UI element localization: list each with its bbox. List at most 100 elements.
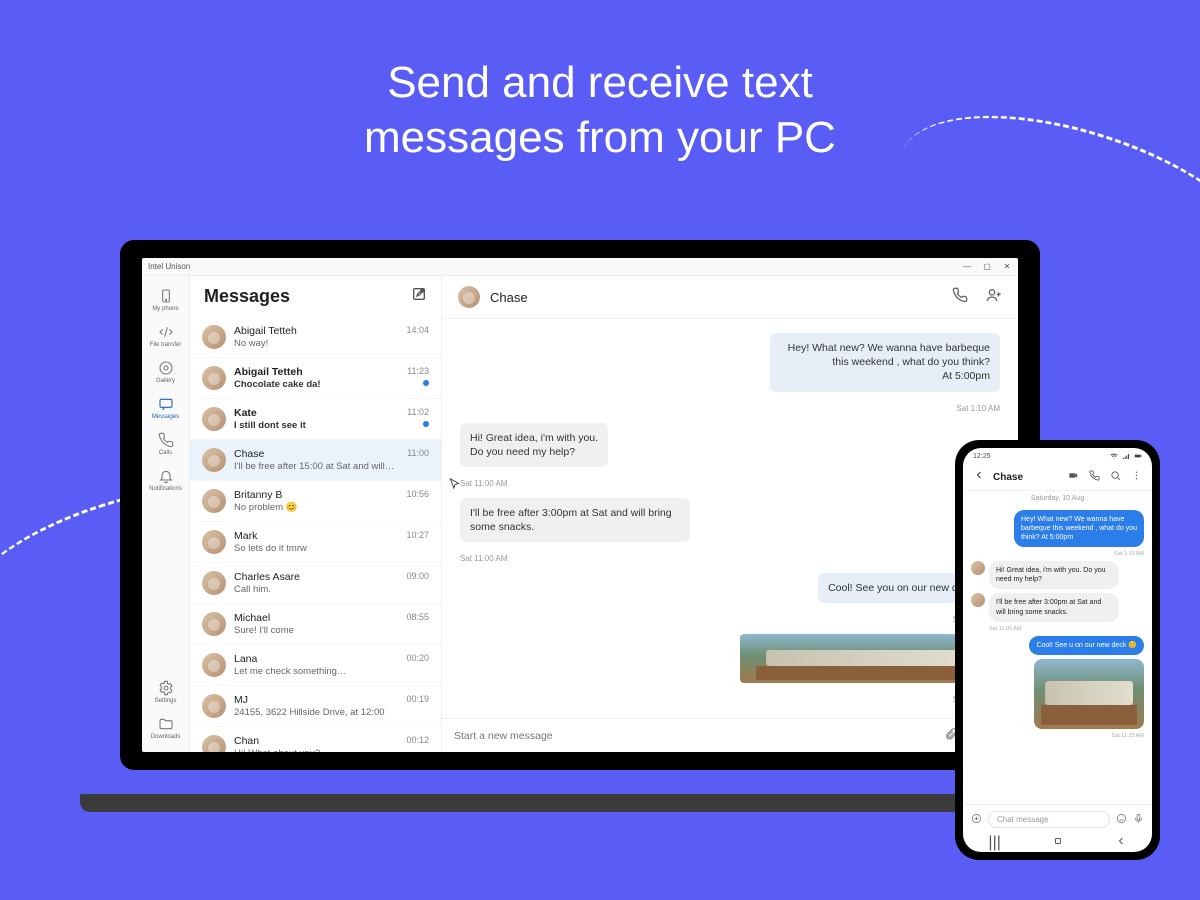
- phone-chat-header: Chase: [963, 464, 1152, 491]
- chat-header: Chase: [442, 276, 1018, 319]
- conversation-name: Kate: [234, 407, 399, 420]
- conversation-item[interactable]: Lana Let me check something… 00:20: [190, 645, 441, 686]
- message-composer: [442, 718, 1018, 752]
- conversation-name: Abigail Tetteh: [234, 325, 398, 338]
- compose-button[interactable]: [411, 286, 427, 307]
- phone-more-button[interactable]: [1131, 468, 1142, 486]
- conversation-item[interactable]: Charles Asare Call him. 09:00: [190, 563, 441, 604]
- rail-item-label: Gallery: [156, 378, 175, 384]
- conversation-item[interactable]: Britanny B No problem 😊 10:56: [190, 481, 441, 522]
- phone-emoji-button[interactable]: [1116, 813, 1127, 826]
- conversation-avatar: [202, 735, 226, 752]
- phone-back-button[interactable]: [973, 468, 985, 486]
- window-maximize-button[interactable]: ▢: [982, 262, 992, 271]
- add-contact-button[interactable]: [986, 287, 1002, 308]
- phone-icon: [952, 287, 968, 303]
- message-timestamp: Sat 11:00 AM: [460, 554, 507, 563]
- phone-message-in-row: I'll be free after 3:00pm at Sat and wil…: [971, 593, 1144, 621]
- conversation-preview: I'll be free after 15:00 at Sat and will…: [234, 461, 399, 472]
- unread-dot: [423, 380, 429, 386]
- conversation-time: 00:12: [406, 735, 429, 745]
- message-input[interactable]: [454, 730, 934, 742]
- phone-chat-date: Saturday, 10 Aug: [963, 491, 1152, 506]
- rail-item-gallery[interactable]: Gallery: [142, 354, 189, 390]
- conversation-item[interactable]: Michael Sure! I'll come 08:55: [190, 604, 441, 645]
- square-icon: [1052, 835, 1064, 847]
- phone-attach-button[interactable]: [971, 813, 982, 826]
- rail-item-label: File transfer: [150, 342, 182, 348]
- rail-item-settings[interactable]: Settings: [151, 674, 181, 710]
- window-close-button[interactable]: ✕: [1002, 262, 1012, 271]
- window-controls: — ▢ ✕: [962, 262, 1012, 271]
- conversation-list[interactable]: Abigail Tetteh No way! 14:04 Abigail Tet…: [190, 317, 441, 752]
- compose-icon: [411, 286, 427, 302]
- phone-message-out: Hey! What new? We wanna have barbeque th…: [1014, 510, 1144, 547]
- phone-icon: [1089, 470, 1100, 481]
- rail-item-downloads[interactable]: Downloads: [151, 710, 181, 746]
- conversation-avatar: [202, 325, 226, 349]
- gallery-icon: [158, 360, 174, 376]
- conversation-time: 11:02: [407, 407, 429, 417]
- rail-item-my-phone[interactable]: My phone: [142, 282, 189, 318]
- phone-contact-name: Chase: [993, 472, 1023, 483]
- phone-nav-home[interactable]: [1052, 834, 1064, 852]
- conversation-name: Michael: [234, 612, 398, 625]
- phone-message-in: Hi! Great idea, i'm with you. Do you nee…: [989, 561, 1119, 589]
- rail-item-label: Settings: [155, 698, 177, 704]
- message-bubble-in: Hi! Great idea, i'm with you. Do you nee…: [460, 423, 608, 467]
- message-bubble-in: I'll be free after 3:00pm at Sat and wil…: [460, 498, 690, 542]
- phone-composer: Chat message: [963, 804, 1152, 834]
- conversation-item[interactable]: Chan Hi! What about you? 00:12: [190, 727, 441, 752]
- messages-title: Messages: [204, 286, 290, 307]
- laptop-device: Intel Unison — ▢ ✕ My phone File transfe…: [120, 240, 1040, 800]
- phone-voice-button[interactable]: [1133, 813, 1144, 826]
- settings-icon: [158, 680, 174, 696]
- conversation-avatar: [202, 366, 226, 390]
- window-titlebar: Intel Unison — ▢ ✕: [142, 258, 1018, 276]
- rail-item-file-transfer[interactable]: File transfer: [142, 318, 189, 354]
- phone-call-button[interactable]: [1089, 468, 1100, 486]
- conversation-name: Abigail Tetteh: [234, 366, 399, 379]
- conversation-time: 00:19: [406, 694, 429, 704]
- conversation-item[interactable]: Chase I'll be free after 15:00 at Sat an…: [190, 440, 441, 481]
- phone-device: 12:25 Chase Saturday, 10 Aug Hey! What n…: [955, 440, 1160, 860]
- rail-item-calls[interactable]: Calls: [142, 426, 189, 462]
- file-transfer-icon: [158, 324, 174, 340]
- phone-message-image[interactable]: [1034, 659, 1144, 729]
- laptop-bezel: Intel Unison — ▢ ✕ My phone File transfe…: [120, 240, 1040, 770]
- conversation-preview: No problem 😊: [234, 502, 398, 513]
- conversation-item[interactable]: MJ 24155, 3622 Hillside Drive, at 12:00 …: [190, 686, 441, 727]
- conversation-item[interactable]: Mark So lets do it tmrw 10:27: [190, 522, 441, 563]
- mouse-cursor-icon: [448, 477, 462, 491]
- call-button[interactable]: [952, 287, 968, 308]
- phone-video-call-button[interactable]: [1068, 468, 1079, 486]
- conversation-preview: So lets do it tmrw: [234, 543, 398, 554]
- conversation-avatar: [202, 612, 226, 636]
- conversation-name: Mark: [234, 530, 398, 543]
- conversation-preview: Let me check something…: [234, 666, 398, 677]
- conversation-item[interactable]: Abigail Tetteh No way! 14:04: [190, 317, 441, 358]
- conversation-item[interactable]: Kate I still dont see it 11:02: [190, 399, 441, 440]
- nav-rail: My phone File transfer Gallery Messages …: [142, 276, 190, 752]
- phone-nav-back[interactable]: [1115, 834, 1127, 852]
- conversation-item[interactable]: Abigail Tetteh Chocolate cake da! 11:23: [190, 358, 441, 399]
- phone-message-input[interactable]: Chat message: [988, 811, 1110, 828]
- phone-nav-recents[interactable]: |||: [988, 834, 1000, 852]
- conversation-name: Britanny B: [234, 489, 398, 502]
- window-minimize-button[interactable]: —: [962, 262, 972, 271]
- conversation-name: Charles Asare: [234, 571, 398, 584]
- phone-search-button[interactable]: [1110, 468, 1121, 486]
- rail-item-notifications[interactable]: Notifications: [142, 462, 189, 498]
- search-icon: [1110, 470, 1121, 481]
- phone-nav-bar: |||: [963, 834, 1152, 852]
- conversation-time: 10:27: [406, 530, 429, 540]
- chat-pane: Chase Hey! What new? We wanna have barbe…: [442, 276, 1018, 752]
- conversation-time: 00:20: [406, 653, 429, 663]
- chat-messages[interactable]: Hey! What new? We wanna have barbeque th…: [442, 319, 1018, 718]
- conversation-preview: 24155, 3622 Hillside Drive, at 12:00: [234, 707, 398, 718]
- rail-item-messages[interactable]: Messages: [142, 390, 189, 426]
- person-plus-icon: [986, 287, 1002, 303]
- chat-contact-name: Chase: [490, 290, 528, 305]
- phone-status-bar: 12:25: [963, 448, 1152, 464]
- phone-chat-messages[interactable]: Hey! What new? We wanna have barbeque th…: [963, 506, 1152, 804]
